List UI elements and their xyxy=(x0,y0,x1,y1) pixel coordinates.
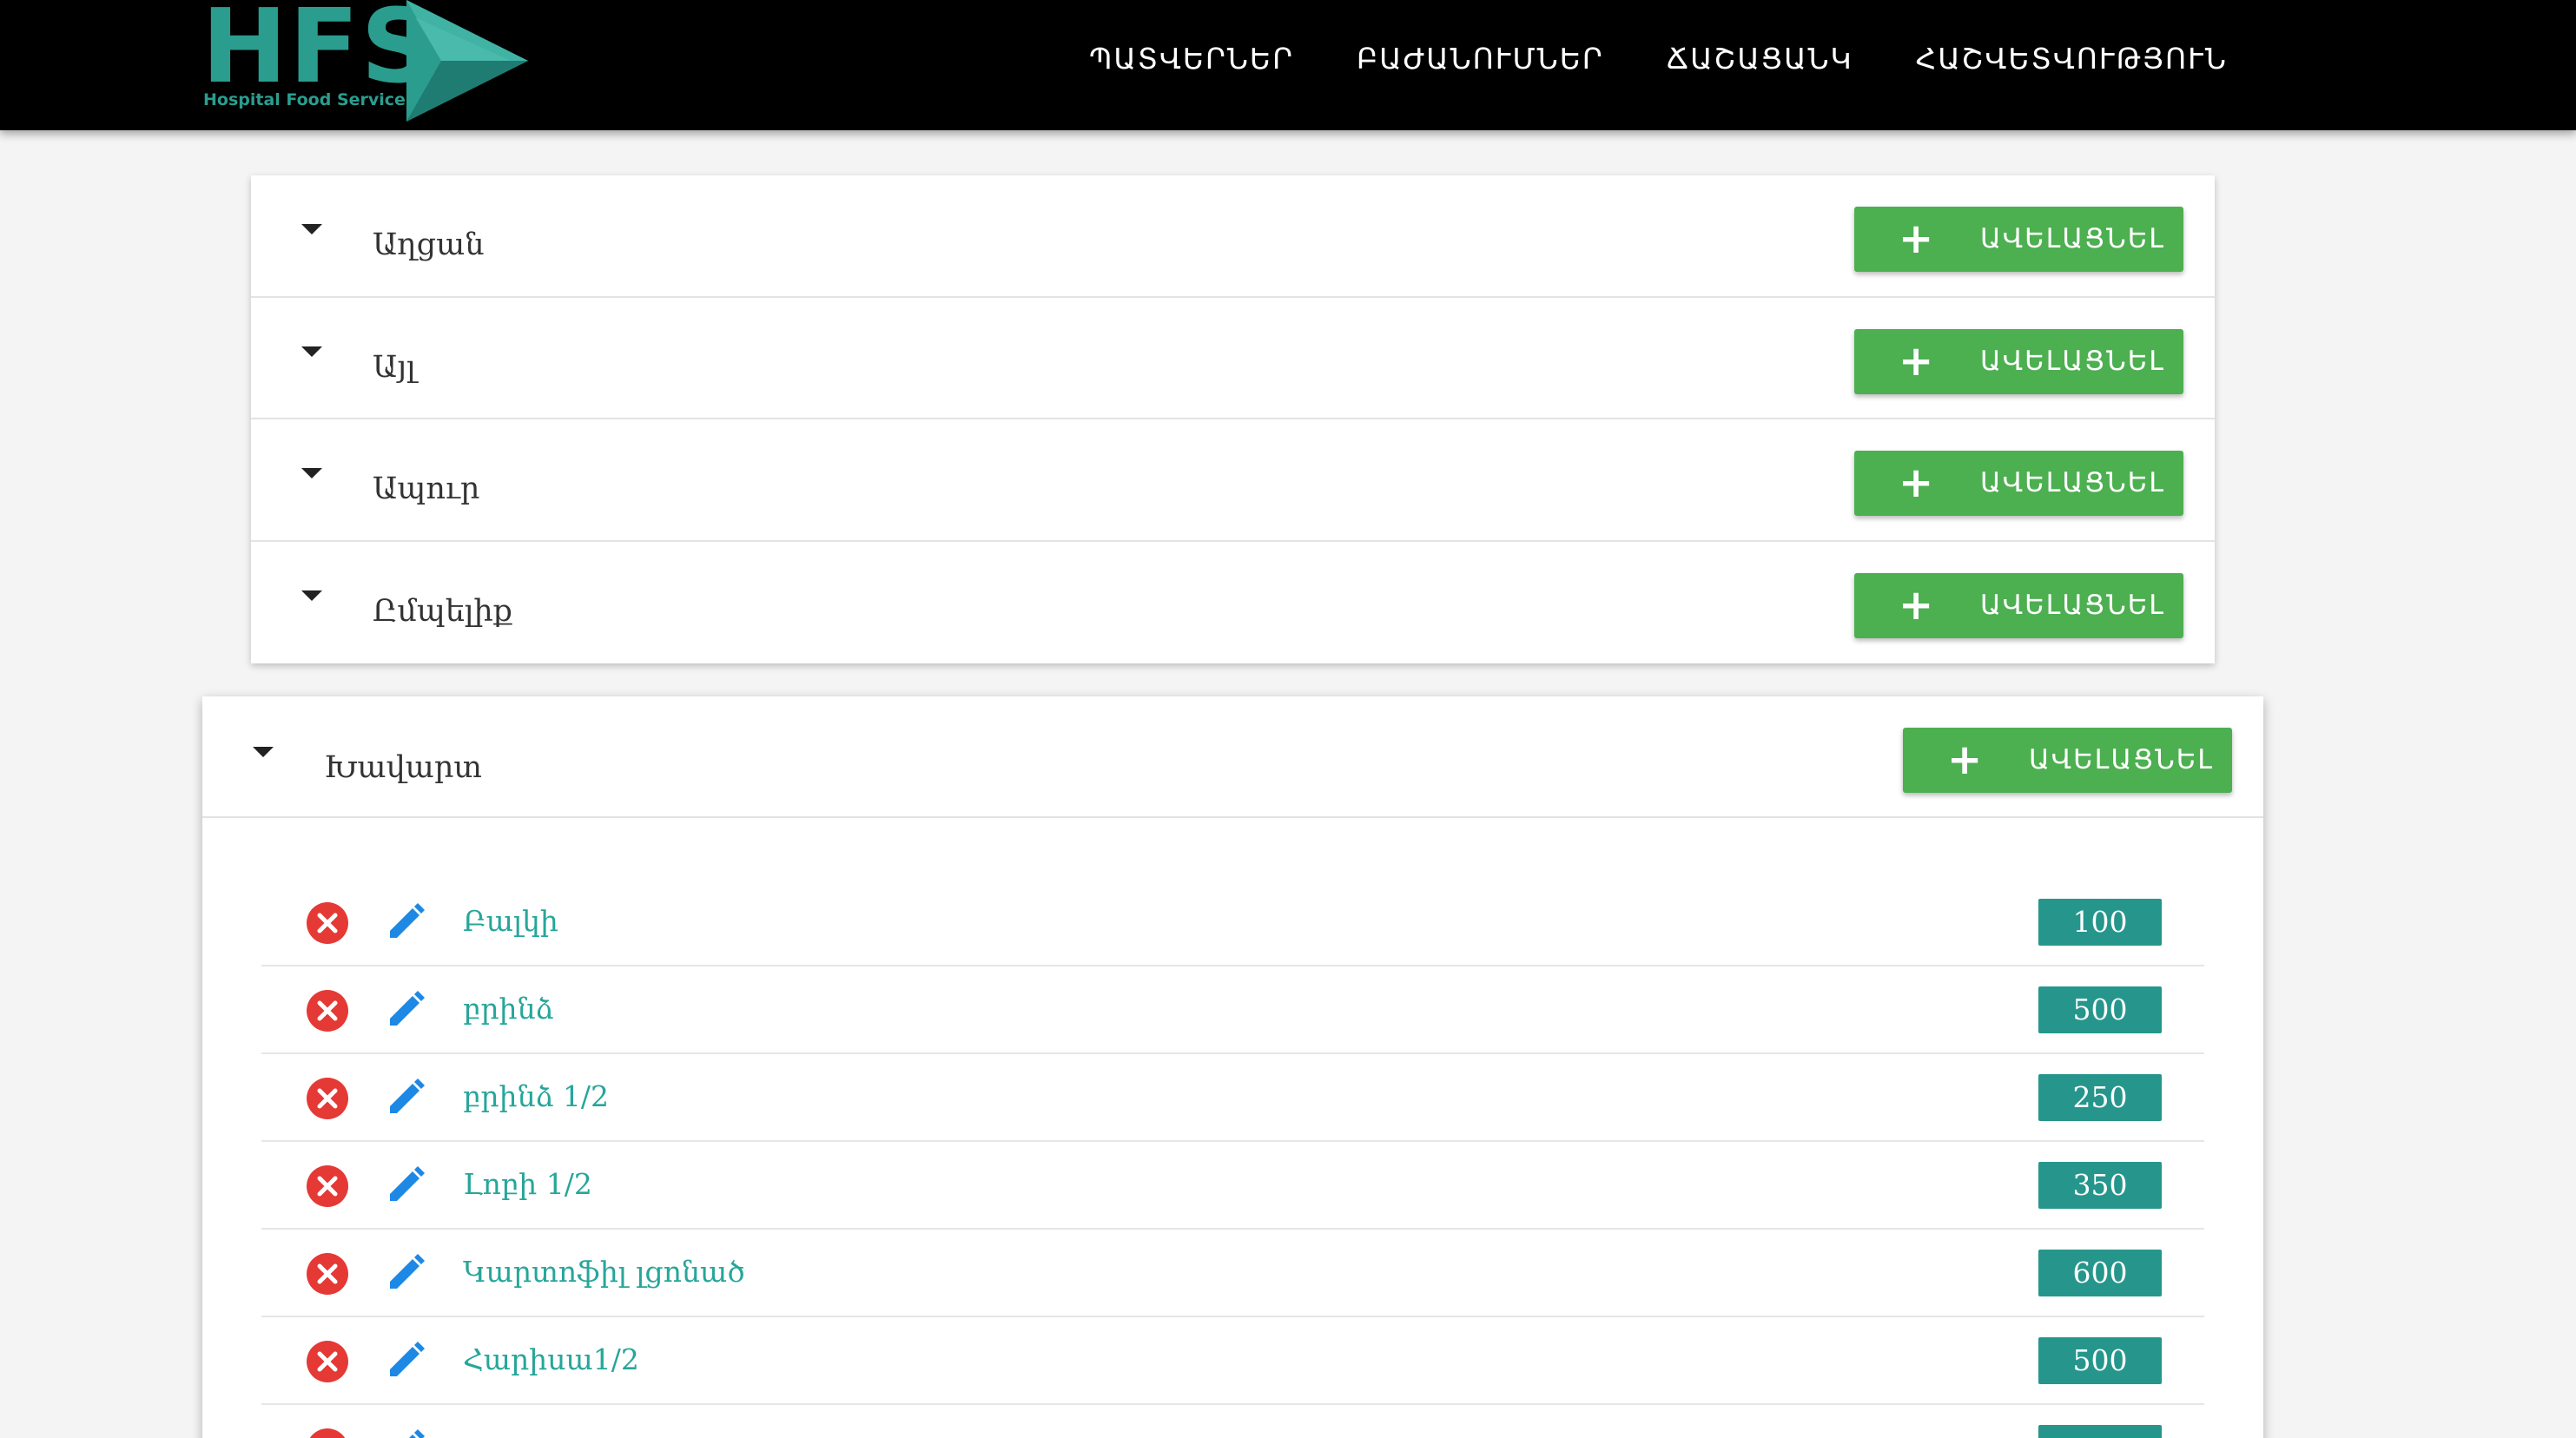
logo-text: HFS xyxy=(201,0,437,106)
delete-icon[interactable] xyxy=(306,1077,349,1120)
edit-pencil-icon[interactable] xyxy=(385,901,426,943)
add-button-label: ԱՎԵԼԱՑՆԵԼ xyxy=(1980,223,2165,254)
add-button[interactable]: + ԱՎԵԼԱՑՆԵԼ xyxy=(1854,572,2183,638)
caret-down-icon[interactable] xyxy=(301,224,322,234)
caret-down-icon[interactable] xyxy=(301,468,322,478)
category-name: Աղցան xyxy=(373,228,485,262)
add-button-label: ԱՎԵԼԱՑՆԵԼ xyxy=(1980,345,2165,377)
price-badge: 500 xyxy=(2038,986,2162,1033)
menu-item-name[interactable]: Լոբի 1/2 xyxy=(463,1167,592,1201)
delete-icon[interactable] xyxy=(306,1340,349,1383)
plus-icon: + xyxy=(1899,336,1934,386)
add-button[interactable]: + ԱՎԵԼԱՑՆԵԼ xyxy=(1854,207,2183,272)
add-button[interactable]: + ԱՎԵԼԱՑՆԵԼ xyxy=(1854,328,2183,394)
top-navbar: HFS Hospital Food Service ՊԱՏՎԵՐՆԵՐ ԲԱԺԱ… xyxy=(0,0,2576,130)
plus-icon: + xyxy=(1947,735,1983,784)
category-row[interactable]: Այլ + ԱՎԵԼԱՑՆԵԼ xyxy=(251,298,2215,419)
price-badge: 600 xyxy=(2038,1250,2162,1296)
nav-departments[interactable]: ԲԱԺԱՆՈՒՄՆԵՐ xyxy=(1357,42,1604,76)
delete-icon[interactable] xyxy=(306,901,349,945)
menu-item-name[interactable]: բրինձ 1/2 xyxy=(463,1079,609,1113)
menu-item-row xyxy=(261,1405,2204,1438)
price-badge xyxy=(2038,1425,2162,1438)
category-name: Ապուր xyxy=(373,472,480,506)
edit-pencil-icon[interactable] xyxy=(385,1164,426,1206)
category-name: Այլ xyxy=(373,349,416,385)
nav-menu-list[interactable]: ՃԱՇԱՑԱՆԿ xyxy=(1667,42,1853,76)
price-badge: 500 xyxy=(2038,1337,2162,1384)
edit-pencil-icon[interactable] xyxy=(385,989,426,1031)
add-button[interactable]: + ԱՎԵԼԱՑՆԵԼ xyxy=(1903,728,2232,793)
menu-item-row: բրինձ 1/2 250 xyxy=(261,1054,2204,1142)
category-row[interactable]: Աղցան + ԱՎԵԼԱՑՆԵԼ xyxy=(251,175,2215,298)
category-row[interactable]: Ապուր + ԱՎԵԼԱՑՆԵԼ xyxy=(251,419,2215,542)
logo-subtitle: Hospital Food Service xyxy=(203,90,406,109)
plus-icon: + xyxy=(1899,458,1934,507)
edit-pencil-icon[interactable] xyxy=(385,1340,426,1382)
plus-icon: + xyxy=(1899,580,1934,630)
add-button-label: ԱՎԵԼԱՑՆԵԼ xyxy=(1980,589,2165,621)
menu-item-name[interactable]: Կարտոֆիլ լցոնած xyxy=(463,1255,745,1289)
category-name: Ըմպելիք xyxy=(373,593,512,629)
menu-item-row: բրինձ 500 xyxy=(261,966,2204,1054)
menu-item-name[interactable]: բրինձ xyxy=(463,992,553,1026)
nav-menu: ՊԱՏՎԵՐՆԵՐ ԲԱԺԱՆՈՒՄՆԵՐ ՃԱՇԱՑԱՆԿ ՀԱՇՎԵՏՎՈՒ… xyxy=(1089,42,2228,76)
price-badge: 250 xyxy=(2038,1074,2162,1121)
add-button-label: ԱՎԵԼԱՑՆԵԼ xyxy=(2029,744,2214,775)
add-button-label: ԱՎԵԼԱՑՆԵԼ xyxy=(1980,467,2165,498)
add-button[interactable]: + ԱՎԵԼԱՑՆԵԼ xyxy=(1854,451,2183,516)
price-badge: 100 xyxy=(2038,899,2162,946)
nav-orders[interactable]: ՊԱՏՎԵՐՆԵՐ xyxy=(1089,42,1294,76)
menu-item-list: Բալկի 100 բրինձ 500 բրինձ 1/2 250 Լոբի 1… xyxy=(261,879,2204,1438)
caret-down-icon[interactable] xyxy=(301,346,322,357)
logo-triangle-icon xyxy=(406,0,528,122)
category-row[interactable]: Ըմպելիք + ԱՎԵԼԱՑՆԵԼ xyxy=(251,542,2215,664)
delete-icon[interactable] xyxy=(306,1164,349,1208)
delete-icon[interactable] xyxy=(306,1252,349,1296)
menu-item-name[interactable]: Բալկի xyxy=(463,904,558,938)
expanded-category: Խավարտ + ԱՎԵԼԱՑՆԵԼ Բալկի 100 բրինձ 500 բ… xyxy=(202,696,2263,1438)
menu-item-name[interactable]: Հարիսա1/2 xyxy=(463,1342,639,1376)
delete-icon[interactable] xyxy=(306,989,349,1032)
nav-reports[interactable]: ՀԱՇՎԵՏՎՈՒԹՅՈՒՆ xyxy=(1916,42,2228,76)
edit-pencil-icon[interactable] xyxy=(385,1252,426,1294)
menu-item-row: Կարտոֆիլ լցոնած 600 xyxy=(261,1230,2204,1317)
expanded-category-header[interactable]: Խավարտ + ԱՎԵԼԱՑՆԵԼ xyxy=(202,696,2263,818)
plus-icon: + xyxy=(1899,214,1934,263)
edit-pencil-icon[interactable] xyxy=(385,1428,426,1438)
caret-down-icon[interactable] xyxy=(253,747,274,757)
delete-icon[interactable] xyxy=(306,1428,349,1438)
hfs-logo[interactable]: HFS Hospital Food Service xyxy=(200,0,538,122)
menu-item-row: Բալկի 100 xyxy=(261,879,2204,966)
category-list: Աղցան + ԱՎԵԼԱՑՆԵԼ Այլ + ԱՎԵԼԱՑՆԵԼ Ապուր … xyxy=(251,175,2215,663)
menu-item-row: Լոբի 1/2 350 xyxy=(261,1142,2204,1230)
edit-pencil-icon[interactable] xyxy=(385,1077,426,1118)
price-badge: 350 xyxy=(2038,1162,2162,1209)
caret-down-icon[interactable] xyxy=(301,590,322,601)
category-name: Խավարտ xyxy=(324,750,482,785)
menu-item-row: Հարիսա1/2 500 xyxy=(261,1317,2204,1405)
